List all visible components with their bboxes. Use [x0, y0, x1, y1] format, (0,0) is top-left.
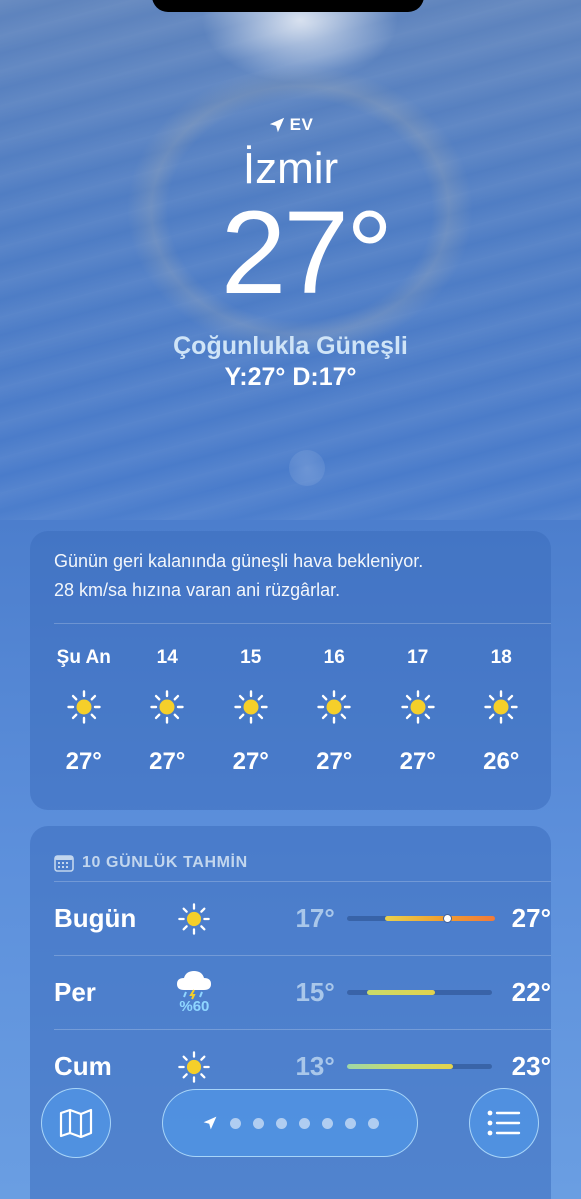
hour-label: 14: [156, 647, 178, 668]
day-high: 23°: [511, 1051, 551, 1081]
location-label: EV: [289, 115, 314, 134]
location-arrow-icon: [203, 1116, 216, 1130]
page-dot: [321, 1117, 333, 1129]
hour-item: 18 26°: [460, 644, 544, 776]
sun-icon: [162, 902, 227, 936]
hour-label: 17: [407, 647, 429, 668]
temperature-range-bar: [346, 990, 493, 995]
hour-item: 15 27°: [209, 644, 293, 776]
cloud-rain-thunder-icon: %60: [162, 970, 227, 1015]
temperature-range-fill: [346, 1064, 453, 1069]
locations-list-button[interactable]: [469, 1088, 539, 1158]
page-dot: [344, 1117, 356, 1129]
device-notch: [152, 0, 424, 12]
list-icon: [487, 1110, 521, 1136]
bottom-toolbar: [0, 1080, 581, 1166]
hour-temp: 27°: [399, 748, 436, 775]
page-dot: [275, 1117, 287, 1129]
summary-line-1: Günün geri kalanında güneşli hava beklen…: [54, 551, 424, 571]
hourly-list[interactable]: Şu An 27° 14 27° 15 27° 16 27° 17 27° 18…: [30, 644, 551, 776]
hour-item: 16 27°: [293, 644, 377, 776]
day-low: 17°: [295, 903, 335, 933]
hour-item: 14 27°: [126, 644, 210, 776]
day-high: 27°: [511, 903, 551, 933]
location-row: EV: [0, 110, 581, 140]
high-low-text: Y:27° D:17°: [224, 363, 357, 391]
hour-label: 15: [240, 647, 262, 668]
page-dot: [367, 1117, 379, 1129]
day-low: 15°: [295, 977, 335, 1007]
calendar-icon: [54, 854, 74, 872]
hour-label: 16: [323, 647, 345, 668]
temperature-range-fill: [384, 916, 495, 921]
sun-icon: [376, 675, 460, 739]
hour-temp: 27°: [65, 748, 102, 775]
sun-icon: [460, 675, 544, 739]
day-name: Cum: [54, 1051, 112, 1081]
sun-icon: [209, 675, 293, 739]
hourly-forecast-card[interactable]: Günün geri kalanında güneşli hava beklen…: [30, 531, 551, 810]
hour-label: Şu An: [56, 647, 111, 668]
day-high: 22°: [511, 977, 551, 1007]
hour-temp: 27°: [316, 748, 353, 775]
day-row[interactable]: Per %60 15° 22°: [54, 955, 551, 1029]
forecast-summary: Günün geri kalanında güneşli hava beklen…: [30, 531, 551, 623]
summary-line-2: 28 km/sa hızına varan ani rüzgârlar.: [54, 580, 341, 600]
sun-icon: [293, 675, 377, 739]
map-button[interactable]: [41, 1088, 111, 1158]
daily-title-text: 10 GÜNLÜK TAHMİN: [82, 853, 248, 871]
hour-temp: 26°: [483, 748, 520, 775]
sun-icon: [126, 675, 210, 739]
page-dot: [252, 1117, 264, 1129]
precipitation-chance: %60: [179, 998, 210, 1015]
current-temperature: 27°: [220, 187, 393, 319]
location-arrow-icon: [269, 117, 284, 133]
lens-flare: [289, 450, 325, 486]
hour-temp: 27°: [232, 748, 269, 775]
hour-item: 17 27°: [376, 644, 460, 776]
temperature-range-bar: [346, 914, 495, 923]
hour-label: 18: [490, 647, 512, 668]
day-low: 13°: [295, 1051, 335, 1081]
hour-item: Şu An 27°: [42, 644, 126, 776]
temperature-range-fill: [366, 990, 435, 995]
condition-text: Çoğunlukla Güneşli: [173, 332, 408, 360]
day-name: Per: [54, 977, 96, 1007]
divider: [54, 623, 551, 624]
map-icon: [59, 1108, 93, 1138]
page-dot: [229, 1117, 241, 1129]
sun-icon: [162, 1050, 227, 1084]
page-dot: [298, 1117, 310, 1129]
temperature-range-bar: [346, 1064, 493, 1069]
day-row[interactable]: Bugün 17° 27°: [54, 881, 551, 955]
page-indicator[interactable]: [162, 1089, 418, 1157]
sun-icon: [42, 675, 126, 739]
daily-forecast-title: 10 GÜNLÜK TAHMİN: [30, 826, 551, 881]
current-weather-header: EV İzmir 27° Çoğunlukla Güneşli Y:27° D:…: [0, 110, 581, 392]
day-name: Bugün: [54, 903, 137, 933]
current-temp-indicator: [442, 914, 452, 923]
hour-temp: 27°: [149, 748, 186, 775]
